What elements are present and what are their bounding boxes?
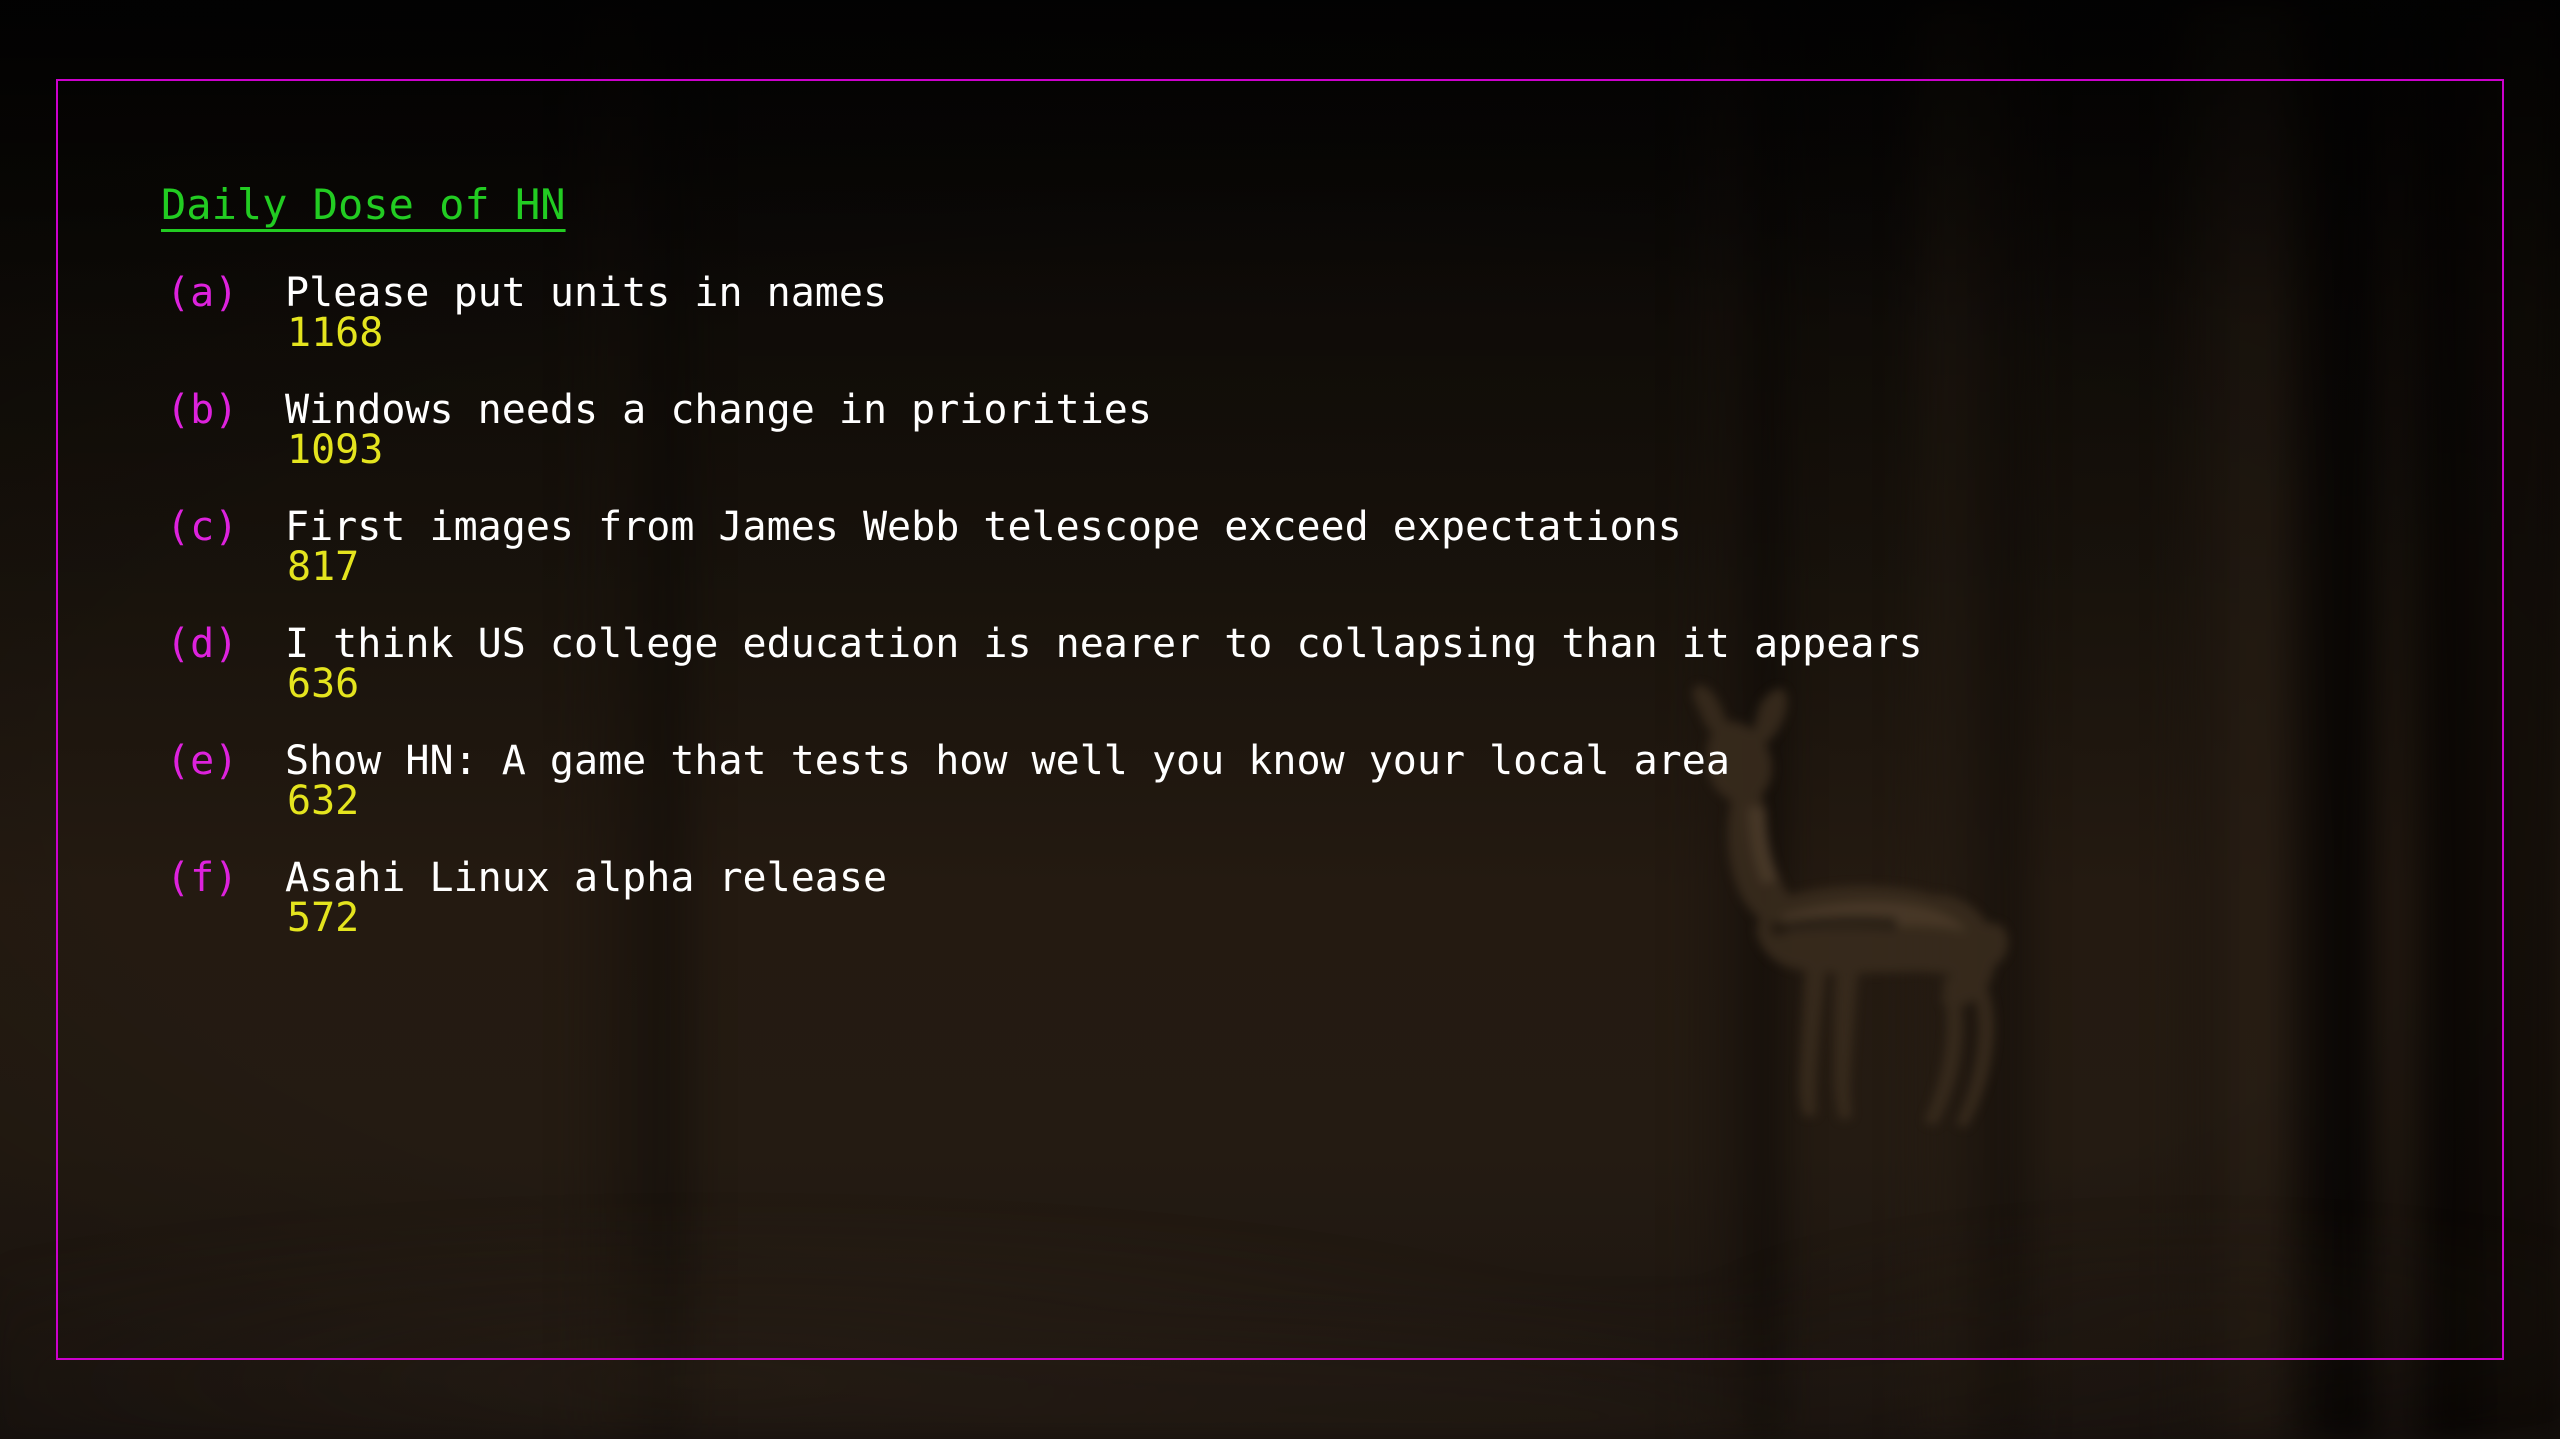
page-title: Daily Dose of HN (161, 180, 566, 229)
daily-dose-panel: Daily Dose of HN (a) Please put units in… (56, 79, 2504, 1360)
desktop-screen: Daily Dose of HN (a) Please put units in… (0, 0, 2560, 1439)
story-score-e: 632 (287, 778, 360, 824)
list-item[interactable]: (a) Please put units in names 1168 (161, 269, 2560, 386)
story-score-f: 572 (287, 895, 360, 941)
list-item[interactable]: (c) First images from James Webb telesco… (161, 503, 2560, 620)
story-score-a: 1168 (287, 310, 384, 356)
story-title-c[interactable]: First images from James Webb telescope e… (285, 503, 1682, 551)
story-title-f[interactable]: Asahi Linux alpha release (285, 854, 887, 902)
story-label-d: (d) (166, 621, 239, 667)
story-title-e[interactable]: Show HN: A game that tests how well you … (285, 737, 1730, 785)
list-item[interactable]: (e) Show HN: A game that tests how well … (161, 737, 2560, 854)
story-label-a: (a) (166, 270, 239, 316)
story-score-b: 1093 (287, 427, 384, 473)
story-title-d[interactable]: I think US college education is nearer t… (285, 620, 1923, 668)
list-item[interactable]: (d) I think US college education is near… (161, 620, 2560, 737)
story-label-c: (c) (166, 504, 239, 550)
list-item[interactable]: (b) Windows needs a change in priorities… (161, 386, 2560, 503)
story-list: (a) Please put units in names 1168 (b) W… (161, 269, 2560, 971)
panel-content: Daily Dose of HN (a) Please put units in… (161, 180, 2560, 942)
story-score-c: 817 (287, 544, 360, 590)
story-title-b[interactable]: Windows needs a change in priorities (285, 386, 1152, 434)
story-label-b: (b) (166, 387, 239, 433)
story-label-e: (e) (166, 738, 239, 784)
story-score-d: 636 (287, 661, 360, 707)
story-label-f: (f) (166, 855, 239, 901)
list-item[interactable]: (f) Asahi Linux alpha release 572 (161, 854, 2560, 971)
